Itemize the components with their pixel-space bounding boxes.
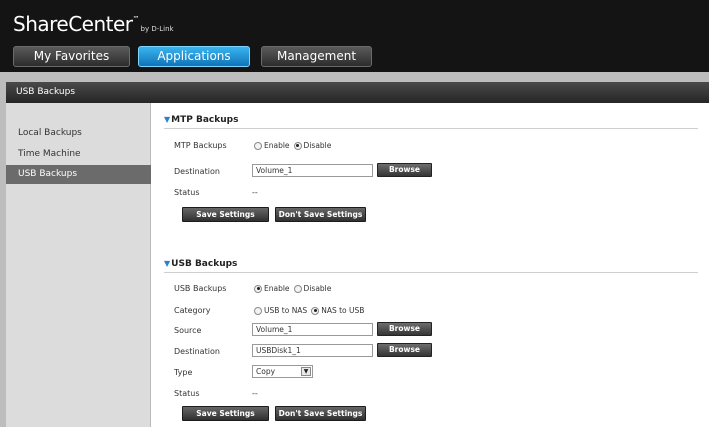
usb-to-nas-label: USB to NAS: [264, 306, 308, 315]
tab-my-favorites[interactable]: My Favorites: [13, 46, 130, 67]
usb-disable-option[interactable]: Disable: [293, 284, 332, 293]
tab-management[interactable]: Management: [261, 46, 372, 67]
mtp-enable-radio[interactable]: [254, 141, 262, 150]
usb-source-label: Source: [174, 326, 202, 335]
usb-dont-save-settings-button[interactable]: Don't Save Settings: [275, 406, 366, 421]
usb-status-label: Status: [174, 389, 200, 398]
usb-type-select[interactable]: Copy ▼: [252, 365, 313, 378]
tab-my-favorites-label: My Favorites: [33, 49, 110, 63]
usb-status-value: --: [252, 389, 258, 398]
usb-type-label: Type: [174, 368, 193, 377]
mtp-enable-option[interactable]: Enable: [254, 141, 290, 150]
mtp-save-settings-button[interactable]: Save Settings: [182, 207, 269, 222]
mtp-section-divider: [164, 128, 698, 129]
sidebar-item-usb-backups[interactable]: USB Backups: [6, 165, 151, 184]
usb-backups-radio-group: Enable Disable: [254, 284, 335, 293]
usb-source-input[interactable]: Volume_1: [252, 323, 373, 336]
usb-disable-radio[interactable]: [293, 284, 302, 293]
usb-disable-label: Disable: [303, 284, 332, 293]
section-title: USB Backups: [16, 87, 76, 97]
mtp-enable-label: Enable: [264, 141, 290, 150]
mtp-browse-button[interactable]: Browse: [377, 163, 432, 177]
mtp-destination-input[interactable]: Volume_1: [252, 164, 373, 177]
usb-type-selected-value: Copy: [256, 367, 276, 376]
usb-section-title-text: USB Backups: [171, 259, 238, 269]
collapse-triangle-icon[interactable]: ▼: [164, 115, 170, 124]
usb-section-divider: [164, 272, 698, 273]
chevron-down-icon[interactable]: ▼: [301, 367, 311, 376]
usb-destination-label: Destination: [174, 347, 220, 356]
usb-category-label: Category: [174, 306, 211, 315]
top-header: ShareCenter™by D-Link My Favorites Appli…: [0, 0, 709, 72]
mtp-backups-radio-group: Enable Disable: [254, 141, 335, 150]
mtp-status-value: --: [252, 188, 258, 197]
brand-subtitle: by D-Link: [140, 25, 174, 33]
mtp-status-label: Status: [174, 188, 200, 197]
usb-destination-browse-button[interactable]: Browse: [377, 343, 432, 357]
usb-enable-label: Enable: [264, 284, 290, 293]
usb-section-title[interactable]: ▼USB Backups: [164, 259, 237, 269]
nas-to-usb-label: NAS to USB: [321, 306, 365, 315]
mtp-section-title[interactable]: ▼MTP Backups: [164, 115, 238, 125]
usb-destination-input[interactable]: USBDisk1_1: [252, 344, 373, 357]
usb-backups-label: USB Backups: [174, 284, 227, 293]
tab-management-label: Management: [276, 49, 357, 63]
tab-applications-label: Applications: [157, 49, 231, 63]
tab-applications[interactable]: Applications: [138, 46, 250, 67]
usb-to-nas-option[interactable]: USB to NAS: [254, 306, 307, 315]
usb-category-radio-group: USB to NAS NAS to USB: [254, 306, 368, 315]
mtp-backups-label: MTP Backups: [174, 141, 227, 150]
nas-to-usb-option[interactable]: NAS to USB: [311, 306, 364, 315]
mtp-disable-label: Disable: [303, 141, 332, 150]
section-title-bar: USB Backups: [6, 82, 709, 103]
collapse-triangle-icon[interactable]: ▼: [164, 259, 170, 268]
nas-to-usb-radio[interactable]: [311, 306, 320, 315]
sidebar-item-time-machine[interactable]: Time Machine: [6, 145, 151, 164]
usb-source-browse-button[interactable]: Browse: [377, 322, 432, 336]
main-content: ▼MTP Backups MTP Backups Enable Disable …: [152, 103, 709, 427]
usb-enable-radio[interactable]: [254, 284, 262, 293]
mtp-section-title-text: MTP Backups: [171, 115, 239, 125]
header-divider-strip: [0, 72, 709, 82]
sidebar-item-local-backups[interactable]: Local Backups: [6, 124, 151, 143]
sidebar: Local Backups Time Machine USB Backups: [6, 103, 151, 427]
usb-enable-option[interactable]: Enable: [254, 284, 290, 293]
mtp-dont-save-settings-button[interactable]: Don't Save Settings: [275, 207, 366, 222]
brand-trademark: ™: [132, 15, 140, 23]
mtp-disable-option[interactable]: Disable: [293, 141, 332, 150]
brand-logo: ShareCenter™by D-Link: [13, 12, 174, 36]
usb-to-nas-radio[interactable]: [254, 306, 262, 315]
mtp-destination-label: Destination: [174, 167, 220, 176]
mtp-disable-radio[interactable]: [293, 141, 302, 150]
brand-name: ShareCenter: [13, 12, 133, 36]
usb-save-settings-button[interactable]: Save Settings: [182, 406, 269, 421]
